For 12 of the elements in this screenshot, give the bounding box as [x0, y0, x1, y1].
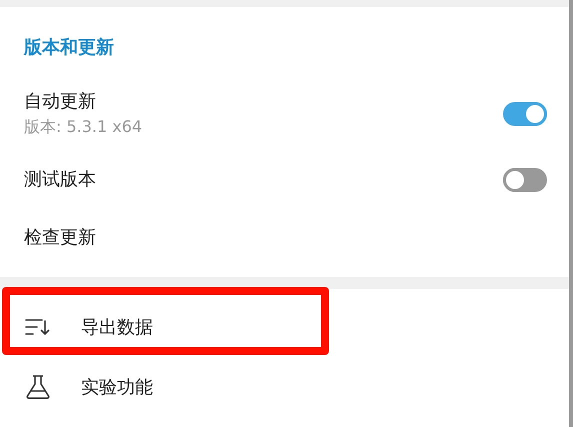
setting-label: 自动更新	[24, 90, 97, 114]
toggle-switch[interactable]	[503, 102, 547, 126]
menu-item[interactable]: 实验功能	[0, 357, 569, 417]
setting-label[interactable]: 检查更新	[24, 225, 96, 251]
menu-item[interactable]: 导出数据	[0, 297, 569, 357]
toggle-switch[interactable]	[503, 168, 547, 192]
sort-list-icon	[25, 317, 51, 337]
scrollbar[interactable]	[569, 0, 573, 427]
section-title: 版本和更新	[22, 36, 115, 60]
version-text: 版本: 5.3.1 x64	[24, 116, 142, 138]
flask-icon	[25, 374, 51, 400]
setting-label: 测试版本	[24, 168, 96, 192]
